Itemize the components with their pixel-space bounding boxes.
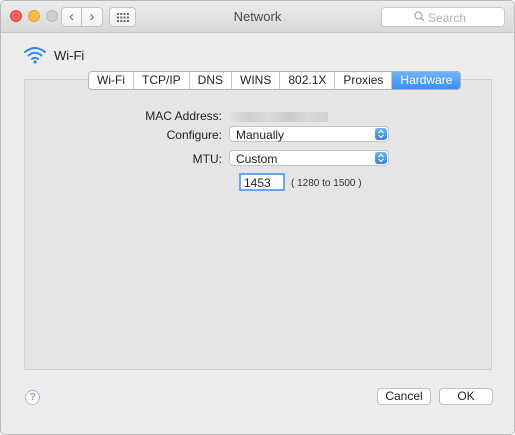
configure-value: Manually (236, 128, 285, 142)
search-field[interactable]: Search (381, 7, 505, 27)
mtu-range-hint: ( 1280 to 1500 ) (291, 178, 362, 189)
popup-arrows-icon (375, 152, 387, 164)
mac-address-value-blurred (230, 112, 328, 122)
settings-panel (24, 79, 492, 370)
title-bar: ‹ › Network Search (1, 1, 514, 33)
network-window: ‹ › Network Search Wi-Fi Wi-Fi TCP/IP DN… (0, 0, 515, 435)
mtu-input[interactable]: 1453 (239, 173, 285, 191)
wifi-icon (24, 47, 46, 64)
mac-address-label: MAC Address: (145, 109, 222, 123)
mtu-input-value: 1453 (244, 176, 271, 190)
search-icon (414, 11, 425, 22)
tab-hardware[interactable]: Hardware (392, 72, 461, 89)
tab-8021x[interactable]: 802.1X (280, 72, 336, 89)
popup-arrows-icon (375, 128, 387, 140)
configure-label: Configure: (166, 128, 222, 142)
search-placeholder: Search (428, 11, 467, 25)
mtu-label: MTU: (192, 152, 222, 166)
mtu-value: Custom (236, 152, 278, 166)
tab-bar: Wi-Fi TCP/IP DNS WINS 802.1X Proxies Har… (88, 71, 462, 90)
tab-wins[interactable]: WINS (232, 72, 281, 89)
configure-popup[interactable]: Manually (229, 126, 389, 142)
tab-proxies[interactable]: Proxies (335, 72, 393, 89)
ok-button[interactable]: OK (439, 388, 493, 405)
mtu-popup[interactable]: Custom (229, 150, 389, 166)
tab-tcpip[interactable]: TCP/IP (134, 72, 190, 89)
interface-name: Wi-Fi (54, 48, 85, 63)
tab-dns[interactable]: DNS (190, 72, 232, 89)
help-button[interactable]: ? (25, 390, 40, 405)
cancel-button[interactable]: Cancel (377, 388, 431, 405)
tab-wifi[interactable]: Wi-Fi (89, 72, 134, 89)
